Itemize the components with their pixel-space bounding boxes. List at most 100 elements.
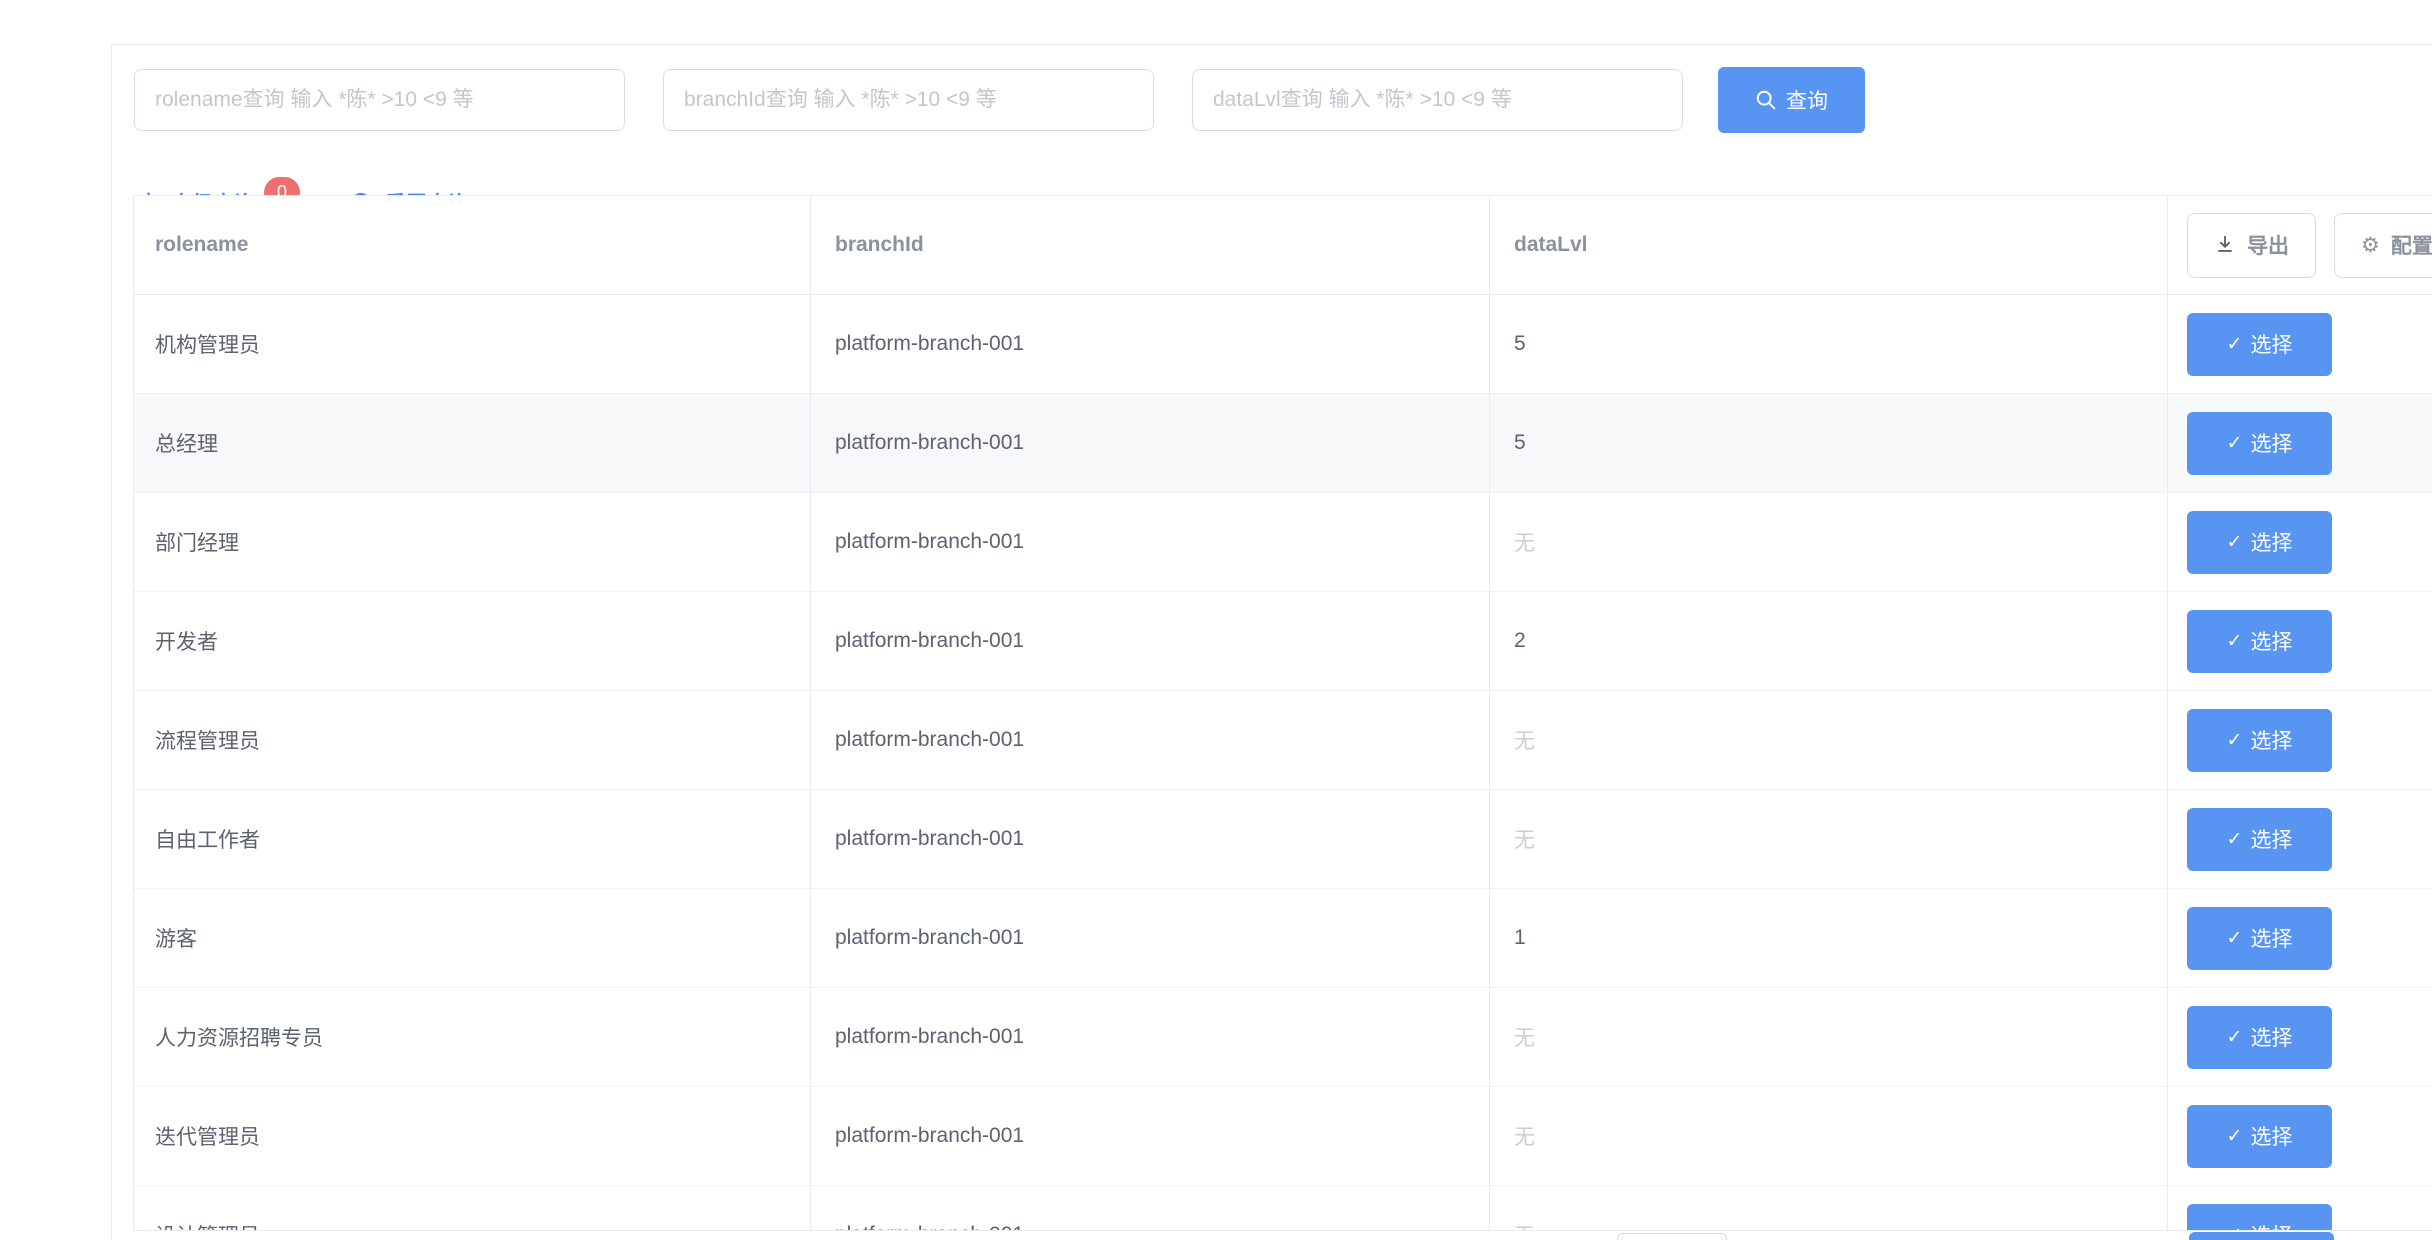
branchid-value: platform-branch-001 xyxy=(835,431,1024,455)
select-button[interactable]: ✓ 选择 xyxy=(2187,511,2332,574)
config-button-label: 配置 xyxy=(2391,230,2432,260)
cell-actions: ✓ 选择 xyxy=(2168,691,2432,789)
check-icon: ✓ xyxy=(2227,533,2243,552)
table-row: 人力资源招聘专员 platform-branch-001 无 ✓ 选择 xyxy=(134,988,2432,1087)
cell-rolename: 总经理 xyxy=(134,394,811,492)
column-header-rolename: rolename xyxy=(134,196,811,294)
branchid-value: platform-branch-001 xyxy=(835,629,1024,653)
cell-branchid: platform-branch-001 xyxy=(811,988,1490,1086)
table-row: 部门经理 platform-branch-001 无 ✓ 选择 xyxy=(134,493,2432,592)
select-button-label: 选择 xyxy=(2250,329,2292,359)
table-header: rolename branchId dataLvl 导出 xyxy=(134,196,2432,295)
cell-actions: ✓ 选择 xyxy=(2168,1186,2432,1231)
datalvl-value: 无 xyxy=(1514,1220,1535,1231)
cell-datalvl: 无 xyxy=(1490,691,2168,789)
page-size-select-clipped[interactable] xyxy=(1617,1233,1727,1240)
check-icon: ✓ xyxy=(2227,1226,2243,1232)
select-button[interactable]: ✓ 选择 xyxy=(2187,709,2332,772)
export-button[interactable]: 导出 xyxy=(2187,213,2316,278)
table-row: 自由工作者 platform-branch-001 无 ✓ 选择 xyxy=(134,790,2432,889)
download-icon xyxy=(2214,234,2236,256)
cell-datalvl: 无 xyxy=(1490,1087,2168,1185)
select-button[interactable]: ✓ 选择 xyxy=(2187,1105,2332,1168)
rolename-value: 流程管理员 xyxy=(155,725,260,755)
table-row: 迭代管理员 platform-branch-001 无 ✓ 选择 xyxy=(134,1087,2432,1186)
branchid-value: platform-branch-001 xyxy=(835,1223,1024,1231)
cell-branchid: platform-branch-001 xyxy=(811,592,1490,690)
rolename-search-input[interactable] xyxy=(134,69,625,131)
select-button[interactable]: ✓ 选择 xyxy=(2187,808,2332,871)
select-button[interactable]: ✓ 选择 xyxy=(2187,1204,2332,1232)
datalvl-value: 5 xyxy=(1514,431,1526,455)
check-icon: ✓ xyxy=(2227,434,2243,453)
datalvl-search-input[interactable] xyxy=(1192,69,1683,131)
table-body: 机构管理员 platform-branch-001 5 ✓ 选择 总经理 pla… xyxy=(134,295,2432,1231)
branchid-value: platform-branch-001 xyxy=(835,926,1024,950)
datalvl-value: 2 xyxy=(1514,629,1526,653)
cell-datalvl: 1 xyxy=(1490,889,2168,987)
select-button[interactable]: ✓ 选择 xyxy=(2187,907,2332,970)
datalvl-value: 无 xyxy=(1514,527,1535,557)
cell-datalvl: 2 xyxy=(1490,592,2168,690)
cell-rolename: 机构管理员 xyxy=(134,295,811,393)
table-row: 总经理 platform-branch-001 5 ✓ 选择 xyxy=(134,394,2432,493)
rolename-value: 人力资源招聘专员 xyxy=(155,1022,323,1052)
check-icon: ✓ xyxy=(2227,830,2243,849)
rolename-value: 设计管理员 xyxy=(155,1220,260,1231)
cell-branchid: platform-branch-001 xyxy=(811,1087,1490,1185)
check-icon: ✓ xyxy=(2227,632,2243,651)
config-button[interactable]: ⚙ 配置 xyxy=(2334,213,2432,278)
query-button[interactable]: 查询 xyxy=(1718,67,1865,133)
gear-icon: ⚙ xyxy=(2361,235,2380,256)
datalvl-value: 无 xyxy=(1514,1022,1535,1052)
select-button-label: 选择 xyxy=(2250,1121,2292,1151)
column-header-branchid: branchId xyxy=(811,196,1490,294)
select-button-label: 选择 xyxy=(2250,527,2292,557)
select-button-label: 选择 xyxy=(2250,1022,2292,1052)
select-button[interactable]: ✓ 选择 xyxy=(2187,412,2332,475)
select-button-label: 选择 xyxy=(2250,626,2292,656)
cell-rolename: 自由工作者 xyxy=(134,790,811,888)
check-icon: ✓ xyxy=(2227,335,2243,354)
query-button-label: 查询 xyxy=(1786,85,1828,115)
cell-rolename: 部门经理 xyxy=(134,493,811,591)
cell-actions: ✓ 选择 xyxy=(2168,1087,2432,1185)
cell-branchid: platform-branch-001 xyxy=(811,295,1490,393)
datalvl-value: 5 xyxy=(1514,332,1526,356)
select-button[interactable]: ✓ 选择 xyxy=(2187,610,2332,673)
roles-table: rolename branchId dataLvl 导出 xyxy=(133,195,2432,1231)
export-button-label: 导出 xyxy=(2247,230,2289,260)
check-icon: ✓ xyxy=(2227,1028,2243,1047)
rolename-value: 部门经理 xyxy=(155,527,239,557)
cell-branchid: platform-branch-001 xyxy=(811,790,1490,888)
datalvl-value: 无 xyxy=(1514,824,1535,854)
table-row: 机构管理员 platform-branch-001 5 ✓ 选择 xyxy=(134,295,2432,394)
rolename-value: 自由工作者 xyxy=(155,824,260,854)
cell-actions: ✓ 选择 xyxy=(2168,493,2432,591)
cell-branchid: platform-branch-001 xyxy=(811,1186,1490,1231)
cell-actions: ✓ 选择 xyxy=(2168,592,2432,690)
rolename-value: 总经理 xyxy=(155,428,218,458)
select-button-clipped[interactable] xyxy=(2189,1232,2334,1240)
cell-datalvl: 无 xyxy=(1490,493,2168,591)
table-actions-header: 导出 ⚙ 配置 xyxy=(2168,196,2432,294)
branchid-search-input[interactable] xyxy=(663,69,1154,131)
cell-actions: ✓ 选择 xyxy=(2168,889,2432,987)
datalvl-value: 无 xyxy=(1514,1121,1535,1151)
cell-datalvl: 无 xyxy=(1490,1186,2168,1231)
rolename-value: 游客 xyxy=(155,923,197,953)
cell-branchid: platform-branch-001 xyxy=(811,394,1490,492)
cell-datalvl: 无 xyxy=(1490,790,2168,888)
select-button[interactable]: ✓ 选择 xyxy=(2187,1006,2332,1069)
select-button-label: 选择 xyxy=(2250,428,2292,458)
select-button[interactable]: ✓ 选择 xyxy=(2187,313,2332,376)
branchid-value: platform-branch-001 xyxy=(835,332,1024,356)
cell-rolename: 迭代管理员 xyxy=(134,1087,811,1185)
cell-rolename: 开发者 xyxy=(134,592,811,690)
cell-actions: ✓ 选择 xyxy=(2168,790,2432,888)
branchid-value: platform-branch-001 xyxy=(835,1124,1024,1148)
cell-actions: ✓ 选择 xyxy=(2168,988,2432,1086)
select-button-label: 选择 xyxy=(2250,923,2292,953)
rolename-value: 机构管理员 xyxy=(155,329,260,359)
cell-rolename: 游客 xyxy=(134,889,811,987)
